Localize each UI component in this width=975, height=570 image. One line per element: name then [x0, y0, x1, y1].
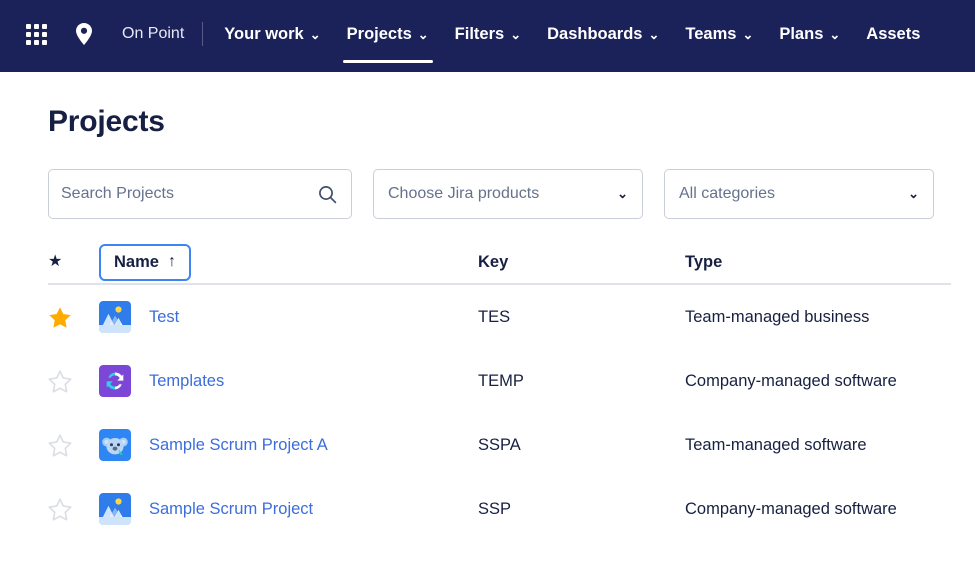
chevron-down-icon: ⌄ [617, 186, 628, 202]
project-type: Team-managed software [685, 436, 867, 454]
project-key-cell: SSP [478, 500, 685, 519]
top-navigation-bar: On Point Your work ⌄ Projects ⌄ Filters … [0, 0, 975, 72]
app-switcher-button[interactable] [18, 16, 54, 52]
project-link[interactable]: Test [149, 308, 179, 327]
nav-item-assets[interactable]: Assets [853, 0, 933, 68]
chevron-down-icon: ⌄ [648, 27, 659, 43]
project-link[interactable]: Templates [149, 372, 224, 391]
project-key-cell: SSPA [478, 436, 685, 455]
project-key: TEMP [478, 372, 524, 390]
chevron-down-icon: ⌄ [310, 27, 321, 43]
project-type-cell: Company-managed software [685, 372, 951, 391]
nav-item-teams[interactable]: Teams ⌄ [672, 0, 766, 68]
chevron-down-icon: ⌄ [908, 186, 919, 202]
project-key-cell: TES [478, 308, 685, 327]
nav-item-filters[interactable]: Filters ⌄ [442, 0, 534, 68]
nav-item-label: Assets [866, 25, 920, 44]
home-button[interactable] [66, 16, 102, 52]
star-cell[interactable] [48, 370, 99, 393]
project-type-cell: Team-managed business [685, 308, 951, 327]
sort-ascending-icon: ↑ [168, 253, 176, 271]
chevron-down-icon: ⌄ [418, 27, 429, 43]
project-type: Team-managed business [685, 308, 869, 326]
chevron-down-icon: ⌄ [829, 27, 840, 43]
nav-item-label: Filters [455, 25, 505, 44]
star-outline-icon[interactable] [48, 498, 72, 521]
projects-table: ★ Name ↑ Key Type [48, 243, 951, 541]
page-title: Projects [48, 105, 951, 139]
chevron-down-icon: ⌄ [510, 27, 521, 43]
search-input[interactable] [61, 185, 318, 203]
project-type: Company-managed software [685, 372, 897, 390]
app-grid-icon [26, 24, 47, 45]
column-header-key[interactable]: Key [478, 253, 685, 272]
star-cell[interactable] [48, 498, 99, 521]
categories-label: All categories [679, 185, 775, 203]
table-row[interactable]: Templates TEMP Company-managed software [48, 349, 951, 413]
search-projects-box[interactable] [48, 169, 352, 219]
chevron-down-icon: ⌄ [742, 27, 753, 43]
star-outline-icon[interactable] [48, 370, 72, 393]
column-header-type[interactable]: Type [685, 253, 951, 272]
search-icon[interactable] [318, 185, 337, 204]
project-key-cell: TEMP [478, 372, 685, 391]
categories-select[interactable]: All categories ⌄ [664, 169, 934, 219]
projects-page: Projects Choose Jira products ⌄ All cate… [0, 105, 975, 541]
star-cell[interactable] [48, 306, 99, 329]
project-name-cell[interactable]: Templates [99, 365, 478, 397]
nav-item-label: Projects [347, 25, 412, 44]
nav-item-your-work[interactable]: Your work ⌄ [211, 0, 333, 68]
mountain-avatar [99, 493, 131, 525]
nav-divider [202, 22, 203, 46]
brand-name[interactable]: On Point [122, 25, 184, 43]
refresh-avatar [99, 365, 131, 397]
koala-avatar [99, 429, 131, 461]
nav-item-label: Your work [224, 25, 303, 44]
nav-item-dashboards[interactable]: Dashboards ⌄ [534, 0, 672, 68]
table-row[interactable]: Sample Scrum Project SSP Company-managed… [48, 477, 951, 541]
column-header-star[interactable]: ★ [48, 254, 99, 270]
nav-item-label: Dashboards [547, 25, 642, 44]
project-link[interactable]: Sample Scrum Project [149, 500, 313, 519]
jira-products-label: Choose Jira products [388, 185, 539, 203]
project-link[interactable]: Sample Scrum Project A [149, 436, 328, 455]
star-filled-icon[interactable] [48, 306, 72, 329]
nav-item-projects[interactable]: Projects ⌄ [334, 0, 442, 68]
nav-item-label: Plans [779, 25, 823, 44]
column-header-key-label: Key [478, 253, 508, 271]
column-header-name-label: Name [114, 253, 159, 272]
project-key: TES [478, 308, 510, 326]
star-cell[interactable] [48, 434, 99, 457]
table-header-row: ★ Name ↑ Key Type [48, 243, 951, 285]
filter-bar: Choose Jira products ⌄ All categories ⌄ [48, 169, 951, 219]
project-key: SSP [478, 500, 511, 518]
star-icon: ★ [48, 254, 62, 270]
column-header-name: Name ↑ [99, 244, 478, 281]
location-pin-icon [74, 22, 94, 46]
star-outline-icon[interactable] [48, 434, 72, 457]
jira-products-select[interactable]: Choose Jira products ⌄ [373, 169, 643, 219]
column-header-type-label: Type [685, 253, 722, 271]
project-type: Company-managed software [685, 500, 897, 518]
sort-by-name-button[interactable]: Name ↑ [99, 244, 191, 281]
project-name-cell[interactable]: Test [99, 301, 478, 333]
mountain-avatar [99, 301, 131, 333]
nav-item-label: Teams [685, 25, 736, 44]
project-name-cell[interactable]: Sample Scrum Project A [99, 429, 478, 461]
table-row[interactable]: Test TES Team-managed business [48, 285, 951, 349]
project-type-cell: Company-managed software [685, 500, 951, 519]
nav-item-plans[interactable]: Plans ⌄ [766, 0, 853, 68]
project-type-cell: Team-managed software [685, 436, 951, 455]
project-name-cell[interactable]: Sample Scrum Project [99, 493, 478, 525]
table-row[interactable]: Sample Scrum Project A SSPA Team-managed… [48, 413, 951, 477]
project-key: SSPA [478, 436, 521, 454]
